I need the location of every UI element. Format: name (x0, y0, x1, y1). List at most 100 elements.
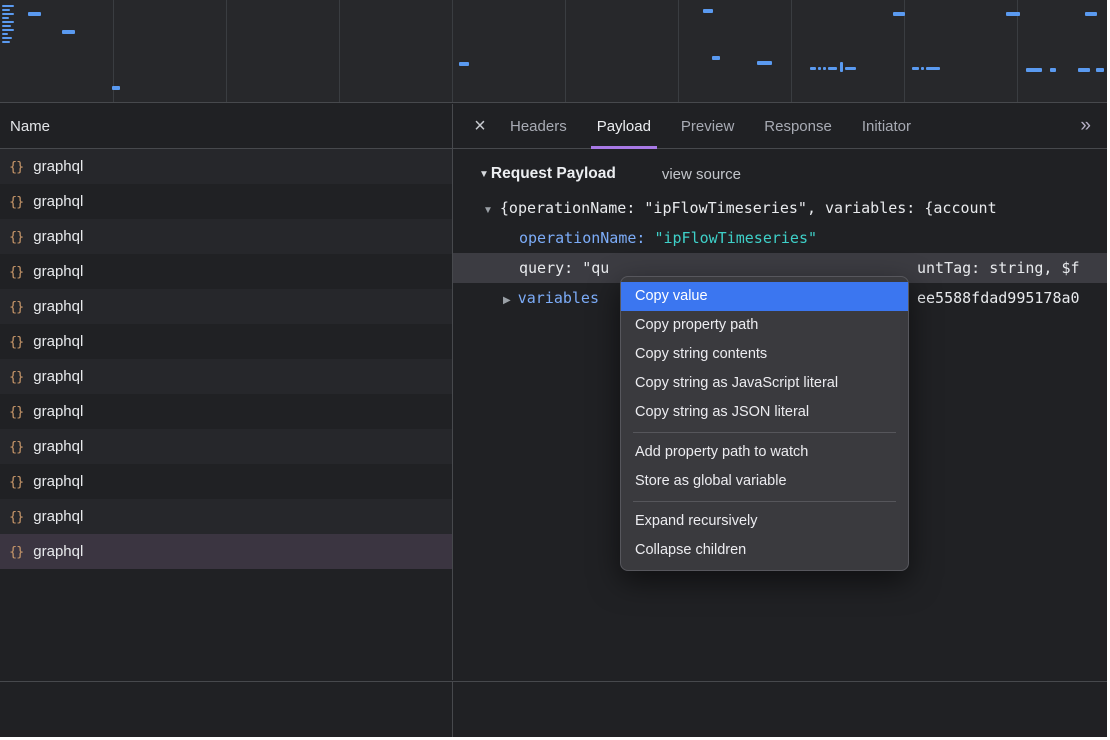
main-split: Name {} graphql {} graphql {} graphql {}… (0, 104, 1107, 680)
variables-text-right: ee5588fdad995178a0 (917, 283, 1080, 313)
request-label: graphql (33, 508, 83, 525)
menu-item-copy-string-json-literal[interactable]: Copy string as JSON literal (621, 398, 908, 427)
menu-item-copy-string-js-literal[interactable]: Copy string as JavaScript literal (621, 369, 908, 398)
tree-row-operation-name[interactable]: operationName: "ipFlowTimeseries" (453, 223, 1107, 253)
network-activity-bar (828, 67, 837, 70)
network-activity-bar (2, 41, 10, 43)
network-activity-bar (921, 67, 924, 70)
property-key: operationName: (519, 229, 645, 247)
more-tabs-chevron-icon[interactable]: » (1080, 115, 1091, 137)
network-activity-bar (2, 29, 14, 31)
braces-icon: {} (9, 229, 23, 245)
menu-item-copy-property-path[interactable]: Copy property path (621, 311, 908, 340)
network-activity-bar (926, 67, 940, 70)
query-text-right: untTag: string, $f (917, 253, 1080, 283)
network-activity-bar (1050, 68, 1056, 72)
braces-icon: {} (9, 404, 23, 420)
network-activity-bar (28, 12, 41, 16)
name-column-header[interactable]: Name (0, 104, 452, 149)
request-row[interactable]: {} graphql (0, 394, 452, 429)
request-label: graphql (33, 543, 83, 560)
tab-headers[interactable]: Headers (495, 104, 582, 149)
braces-icon: {} (9, 509, 23, 525)
request-label: graphql (33, 158, 83, 175)
query-text-left: query: "qu (519, 259, 609, 277)
network-activity-bar (2, 13, 14, 15)
view-source-link[interactable]: view source (662, 166, 741, 183)
request-row[interactable]: {} graphql (0, 289, 452, 324)
tab-payload[interactable]: Payload (582, 104, 666, 149)
request-label: graphql (33, 298, 83, 315)
network-activity-bar (2, 5, 14, 7)
menu-item-store-as-global-variable[interactable]: Store as global variable (621, 467, 908, 496)
menu-separator (633, 501, 896, 502)
menu-item-add-property-path-to-watch[interactable]: Add property path to watch (621, 438, 908, 467)
section-title: Request Payload (491, 165, 616, 183)
request-row[interactable]: {} graphql (0, 254, 452, 289)
devtools-network-panel: Name {} graphql {} graphql {} graphql {}… (0, 0, 1107, 737)
triangle-down-icon: ▼ (479, 169, 489, 180)
timeline-gridline (678, 0, 679, 102)
braces-icon: {} (9, 264, 23, 280)
tab-preview[interactable]: Preview (666, 104, 749, 149)
request-row[interactable]: {} graphql (0, 149, 452, 184)
timeline-gridline (452, 0, 453, 102)
request-label: graphql (33, 438, 83, 455)
timeline-gridline (791, 0, 792, 102)
request-row[interactable]: {} graphql (0, 499, 452, 534)
request-label: graphql (33, 333, 83, 350)
tab-response[interactable]: Response (749, 104, 847, 149)
network-activity-bar (1085, 12, 1097, 16)
tab-initiator[interactable]: Initiator (847, 104, 926, 149)
network-activity-bar (810, 67, 816, 70)
braces-icon: {} (9, 334, 23, 350)
network-activity-bar (112, 86, 120, 90)
bottom-summary-bar (0, 681, 1107, 737)
network-activity-bar (845, 67, 856, 70)
request-row[interactable]: {} graphql (0, 464, 452, 499)
tree-row-root-object[interactable]: ▼ {operationName: "ipFlowTimeseries", var… (453, 193, 1107, 223)
network-activity-bar (818, 67, 821, 70)
timeline-gridline (226, 0, 227, 102)
network-activity-bar (2, 21, 14, 23)
property-key: variables (518, 289, 599, 307)
request-label: graphql (33, 368, 83, 385)
request-row[interactable]: {} graphql (0, 184, 452, 219)
network-activity-bar (1078, 68, 1090, 72)
network-activity-bar (1096, 68, 1104, 72)
request-list: {} graphql {} graphql {} graphql {} grap… (0, 149, 452, 680)
timeline-gridline (565, 0, 566, 102)
network-activity-bar (459, 62, 469, 66)
braces-icon: {} (9, 439, 23, 455)
triangle-down-icon: ▼ (483, 205, 493, 216)
network-activity-bar (757, 61, 772, 65)
request-row[interactable]: {} graphql (0, 324, 452, 359)
detail-tabbar: × Headers Payload Preview Response Initi… (453, 104, 1107, 149)
braces-icon: {} (9, 299, 23, 315)
object-preview-text: {operationName: "ipFlowTimeseries", vari… (500, 199, 997, 217)
network-activity-bar (1026, 68, 1042, 72)
request-row[interactable]: {} graphql (0, 429, 452, 464)
request-label: graphql (33, 228, 83, 245)
request-row-selected[interactable]: {} graphql (0, 534, 452, 569)
context-menu: Copy value Copy property path Copy strin… (620, 276, 909, 571)
request-row[interactable]: {} graphql (0, 359, 452, 394)
request-row[interactable]: {} graphql (0, 219, 452, 254)
request-label: graphql (33, 263, 83, 280)
close-icon[interactable]: × (465, 115, 495, 138)
property-value: "ipFlowTimeseries" (654, 229, 817, 247)
braces-icon: {} (9, 544, 23, 560)
menu-item-expand-recursively[interactable]: Expand recursively (621, 507, 908, 536)
menu-item-copy-value[interactable]: Copy value (621, 282, 908, 311)
request-label: graphql (33, 193, 83, 210)
network-activity-bar (912, 67, 919, 70)
network-activity-bar (2, 25, 11, 27)
network-overview-timeline[interactable] (0, 0, 1107, 103)
request-payload-section-header[interactable]: ▼ Request Payload view source (479, 165, 1107, 183)
network-activity-bar (893, 12, 905, 16)
bottom-bar-left-cell (0, 682, 453, 737)
network-activity-bar (712, 56, 720, 60)
menu-item-collapse-children[interactable]: Collapse children (621, 536, 908, 565)
network-activity-bar (2, 33, 8, 35)
menu-item-copy-string-contents[interactable]: Copy string contents (621, 340, 908, 369)
